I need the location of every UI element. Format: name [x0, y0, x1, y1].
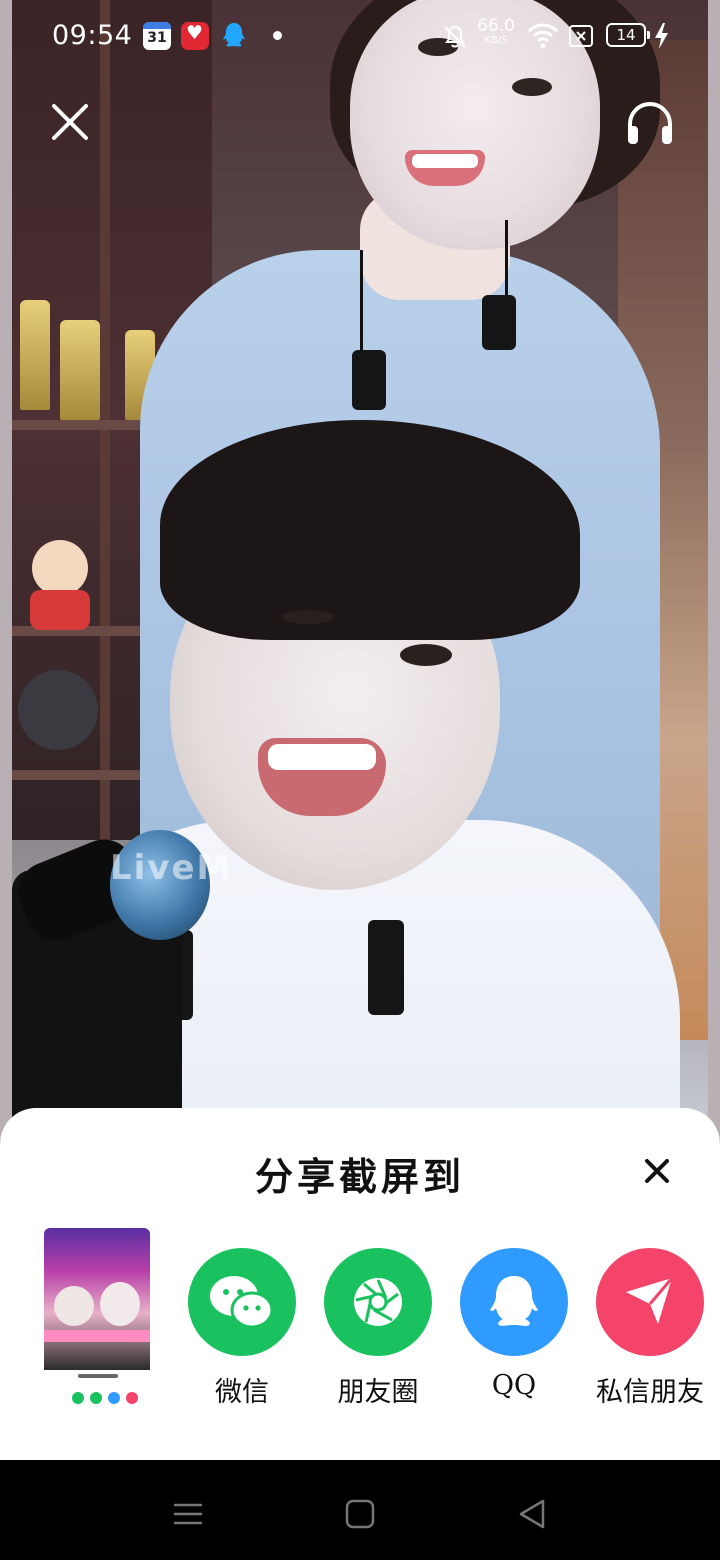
- clock: 09:54: [52, 20, 133, 51]
- menu-icon[interactable]: [166, 1492, 210, 1536]
- share-label: 私信朋友: [596, 1377, 704, 1408]
- share-wechat-button[interactable]: 微信: [172, 1248, 312, 1409]
- close-icon[interactable]: [640, 1154, 674, 1188]
- watermark: LiveM: [110, 848, 233, 888]
- qq-icon: [460, 1248, 568, 1356]
- share-qq-button[interactable]: QQ: [444, 1248, 584, 1401]
- share-label: 朋友圈: [337, 1377, 419, 1408]
- share-moments-button[interactable]: 朋友圈: [308, 1248, 448, 1409]
- network-speed: 66.0 KB/S: [477, 16, 515, 46]
- live-video: LiveM: [0, 0, 720, 1140]
- wechat-icon: [188, 1248, 296, 1356]
- bell-off-icon: [444, 25, 466, 48]
- calendar-icon: 31: [143, 22, 171, 50]
- notification-dot: [273, 31, 282, 40]
- battery-icon: 14: [606, 23, 650, 47]
- qq-notification-icon: [223, 23, 245, 47]
- navigation-bar: [0, 1460, 720, 1560]
- close-icon[interactable]: [48, 100, 92, 144]
- back-icon[interactable]: [510, 1492, 554, 1536]
- charging-icon: [655, 23, 668, 49]
- moments-icon: [324, 1248, 432, 1356]
- screenshot-thumbnail[interactable]: [44, 1228, 150, 1416]
- home-icon[interactable]: [338, 1492, 382, 1536]
- tmall-icon: [181, 22, 209, 50]
- share-sheet-title: 分享截屏到: [254, 1154, 465, 1199]
- share-label: QQ: [491, 1370, 537, 1401]
- headphone-icon[interactable]: [624, 98, 676, 148]
- share-private-message-button[interactable]: 私信朋友: [580, 1248, 720, 1409]
- status-bar: 09:54 31 66.0 KB/S 14: [0, 0, 720, 72]
- no-sim-icon: [569, 25, 593, 47]
- share-sheet: 分享截屏到 微信 朋友圈 QQ 私信朋友: [0, 1108, 720, 1460]
- send-icon: [596, 1248, 704, 1356]
- share-label: 微信: [215, 1377, 269, 1408]
- wifi-icon: [527, 23, 559, 49]
